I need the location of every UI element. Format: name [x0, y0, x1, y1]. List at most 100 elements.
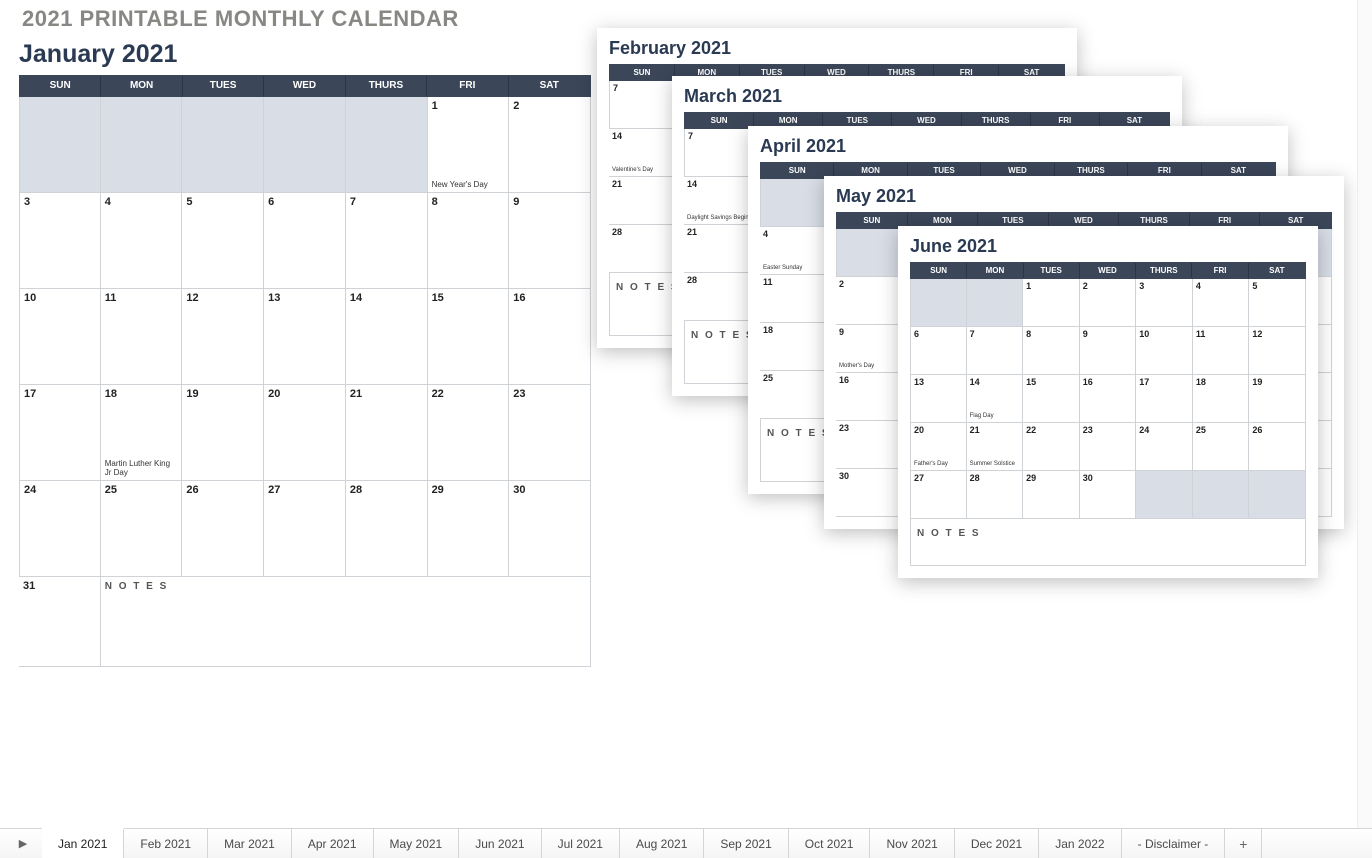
notes-label: N O T E S — [917, 528, 981, 539]
day-cell: 19 — [1249, 375, 1306, 423]
sheet-tab[interactable]: Mar 2021 — [208, 829, 292, 858]
day-number: 21 — [612, 179, 622, 189]
day-number: 28 — [350, 484, 362, 496]
sheet-tab[interactable]: Jan 2022 — [1039, 829, 1121, 858]
add-sheet-button[interactable]: + — [1225, 829, 1262, 858]
day-cell: 4 — [101, 193, 183, 289]
day-number: 23 — [1083, 425, 1093, 435]
event-label: Martin Luther King Jr Day — [105, 459, 178, 477]
day-cell: 6 — [910, 327, 967, 375]
day-number: 17 — [1139, 377, 1149, 387]
day-number: 12 — [186, 292, 198, 304]
day-cell — [19, 97, 101, 193]
page-title: 2021 PRINTABLE MONTHLY CALENDAR — [22, 6, 459, 32]
month-title: May 2021 — [836, 186, 1332, 207]
notes-label: N O T E S — [767, 428, 831, 439]
day-number: 13 — [914, 377, 924, 387]
day-number: 1 — [432, 100, 438, 112]
day-number: 3 — [24, 196, 30, 208]
day-cell: 25 — [101, 481, 183, 577]
sheet-tab[interactable]: Jan 2021 — [42, 828, 124, 858]
day-number: 28 — [970, 473, 980, 483]
day-header: FRI — [427, 76, 508, 96]
sheet-tab[interactable]: Oct 2021 — [789, 829, 871, 858]
day-cell: 17 — [19, 385, 101, 481]
sheet-tab[interactable]: - Disclaimer - — [1122, 829, 1226, 858]
day-number: 22 — [432, 388, 444, 400]
day-number: 4 — [763, 229, 768, 239]
day-number: 12 — [1252, 329, 1262, 339]
day-cell: 9 — [509, 193, 591, 289]
day-header: WED — [264, 76, 345, 96]
sheet-tab[interactable]: Dec 2021 — [955, 829, 1039, 858]
day-cell — [1136, 471, 1193, 519]
day-number: 21 — [970, 425, 980, 435]
sheet-tab[interactable]: Sep 2021 — [704, 829, 788, 858]
sheet-tab[interactable]: May 2021 — [374, 829, 460, 858]
day-number: 1 — [1026, 281, 1031, 291]
day-header-row: SUNMONTUESWEDTHURSFRISAT — [19, 75, 591, 97]
sheet-tab[interactable]: Apr 2021 — [292, 829, 374, 858]
day-cell: 21 Summer Solstice — [967, 423, 1024, 471]
day-cell: 16 — [509, 289, 591, 385]
notes-label: N O T E S — [616, 282, 680, 293]
day-number: 26 — [1252, 425, 1262, 435]
day-number: 11 — [763, 277, 773, 287]
day-cell: 24 — [1136, 423, 1193, 471]
day-cell: 24 — [19, 481, 101, 577]
day-cell: 30 — [1080, 471, 1137, 519]
day-cell: 15 — [1023, 375, 1080, 423]
day-cell — [1249, 471, 1306, 519]
vertical-scrollbar[interactable] — [1357, 0, 1372, 828]
month-title: January 2021 — [19, 40, 591, 69]
day-number: 25 — [105, 484, 117, 496]
day-number: 10 — [24, 292, 36, 304]
day-number: 16 — [1083, 377, 1093, 387]
day-cell: 30 — [509, 481, 591, 577]
day-cell: 18 — [1193, 375, 1250, 423]
sheet-tab[interactable]: Jun 2021 — [459, 829, 541, 858]
day-header: MON — [967, 263, 1023, 278]
day-cell: 29 — [428, 481, 510, 577]
day-cell: 25 — [1193, 423, 1250, 471]
day-cell — [910, 279, 967, 327]
day-number: 28 — [687, 275, 697, 285]
day-number: 14 — [612, 131, 622, 141]
day-cell: 3 — [1136, 279, 1193, 327]
tab-scroll-right-icon[interactable]: ▶ — [4, 829, 42, 858]
day-number: 15 — [432, 292, 444, 304]
day-cell: 27 — [264, 481, 346, 577]
sheet-tab[interactable]: Feb 2021 — [124, 829, 208, 858]
day-number: 13 — [268, 292, 280, 304]
day-cell: 26 — [182, 481, 264, 577]
event-label: New Year's Day — [432, 180, 505, 189]
event-label: Father's Day — [914, 461, 963, 468]
day-header: THURS — [346, 76, 427, 96]
day-number: 30 — [1083, 473, 1093, 483]
sheet-tab[interactable]: Jul 2021 — [542, 829, 620, 858]
day-number: 10 — [1139, 329, 1149, 339]
day-cell: 26 — [1249, 423, 1306, 471]
day-number: 5 — [1252, 281, 1257, 291]
sheet-tab[interactable]: Aug 2021 — [620, 829, 704, 858]
day-cell: 18Martin Luther King Jr Day — [101, 385, 183, 481]
day-cell: 1 New Year's Day — [428, 97, 510, 193]
day-number: 5 — [186, 196, 192, 208]
day-header: FRI — [1192, 263, 1248, 278]
notes-label: N O T E S — [691, 330, 755, 341]
day-number: 2 — [839, 279, 844, 289]
day-number: 3 — [1139, 281, 1144, 291]
day-number: 27 — [914, 473, 924, 483]
day-header: SUN — [837, 213, 908, 228]
event-label: Summer Solstice — [970, 461, 1020, 468]
sheet-tab[interactable]: Nov 2021 — [870, 829, 954, 858]
day-header: SUN — [685, 113, 754, 128]
day-number: 7 — [688, 131, 693, 141]
day-number: 7 — [970, 329, 975, 339]
day-cell: 29 — [1023, 471, 1080, 519]
day-header-row: SUNMONTUESWEDTHURSFRISAT — [910, 262, 1306, 279]
day-cell: 20Father's Day — [910, 423, 967, 471]
day-cell: 7 — [346, 193, 428, 289]
day-number: 6 — [914, 329, 919, 339]
day-cell: 12 — [182, 289, 264, 385]
